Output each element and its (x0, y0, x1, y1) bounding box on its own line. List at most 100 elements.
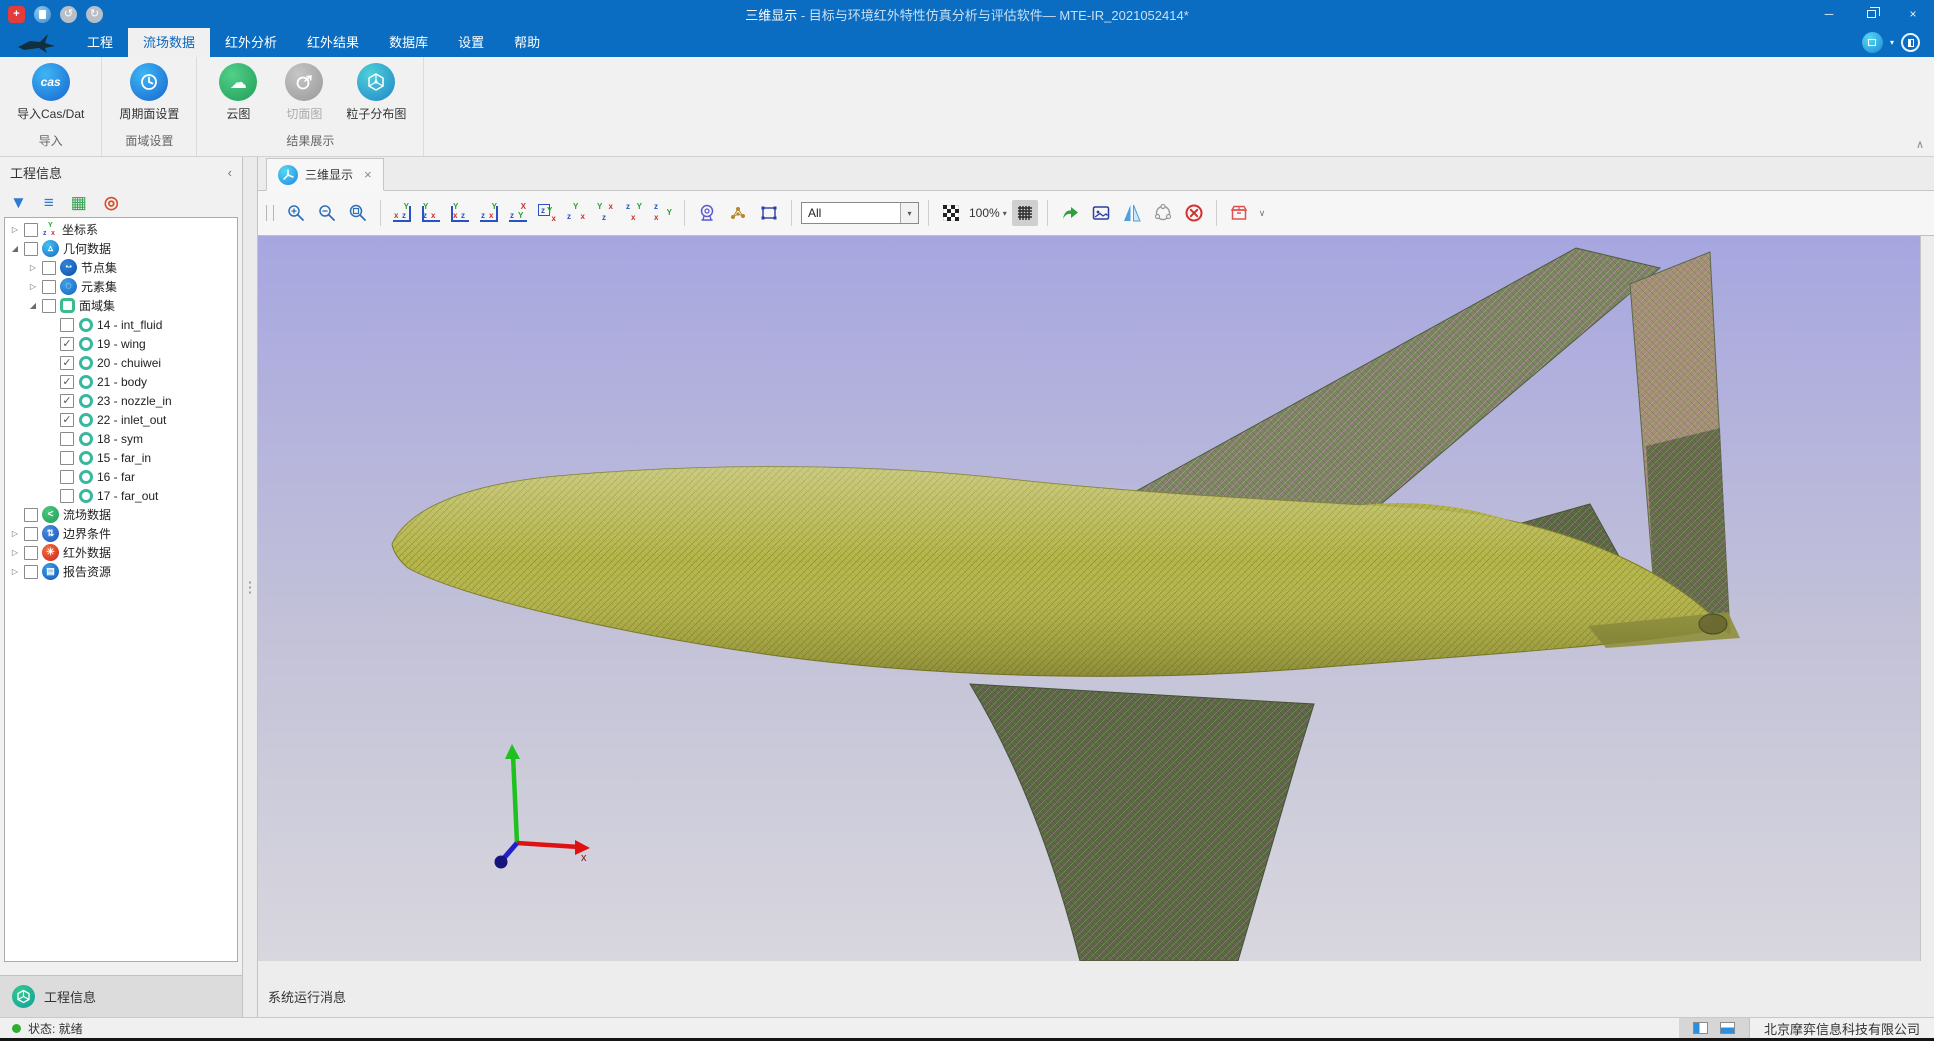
tree-item-boundary-conditions[interactable]: ▷ ⇅ 边界条件 (5, 524, 237, 543)
checkbox[interactable] (24, 223, 38, 237)
close-button[interactable]: × (1892, 0, 1934, 28)
particles-display-button[interactable] (725, 200, 751, 226)
tree-item-face[interactable]: 21 - body (5, 372, 237, 391)
layout-panel-icon[interactable] (1862, 32, 1883, 53)
expand-arrow-icon[interactable]: ◢ (28, 301, 38, 310)
restore-button[interactable] (1850, 0, 1892, 28)
tree-item-element-set[interactable]: ▷ ◌ 元素集 (5, 277, 237, 296)
tree-item-face[interactable]: 22 - inlet_out (5, 410, 237, 429)
checkbox[interactable] (60, 318, 74, 332)
box-select-button[interactable] (756, 200, 782, 226)
slice-plot-button[interactable]: 切面图 (273, 63, 335, 128)
filter-icon[interactable]: ▼ (10, 194, 27, 211)
tree-item-face[interactable]: 14 - int_fluid (5, 315, 237, 334)
particle-distribution-button[interactable]: 粒子分布图 (339, 63, 413, 128)
checkbox[interactable] (60, 375, 74, 389)
checkbox[interactable] (42, 299, 56, 313)
checkbox[interactable] (60, 432, 74, 446)
bottom-panel-toggle-icon[interactable] (1720, 1022, 1735, 1034)
expand-arrow-icon[interactable]: ▷ (10, 529, 20, 538)
manual-icon[interactable] (1901, 33, 1920, 52)
project-info-side-tab[interactable]: 工程信息 (0, 975, 242, 1017)
tree-item-infrared-data[interactable]: ▷ ☀ 红外数据 (5, 543, 237, 562)
locate-target-icon[interactable]: ◎ (104, 194, 119, 211)
tree-item-face[interactable]: 23 - nozzle_in (5, 391, 237, 410)
panel-collapse-icon[interactable]: ‹ (228, 165, 232, 180)
menu-database[interactable]: 数据库 (374, 28, 443, 57)
tree-item-face[interactable]: 15 - far_in (5, 448, 237, 467)
grid-toggle-button[interactable] (1012, 200, 1038, 226)
tree-item-geometry-data[interactable]: ◢ ▵ 几何数据 (5, 239, 237, 258)
tree-item-coordinate-system[interactable]: ▷ Yzx 坐标系 (5, 220, 237, 239)
expand-arrow-icon[interactable]: ▷ (10, 567, 20, 576)
tree-item-face[interactable]: 19 - wing (5, 334, 237, 353)
undo-button[interactable]: ↺ (60, 6, 77, 23)
expand-arrow-icon[interactable]: ▷ (10, 225, 20, 234)
outline-list-icon[interactable]: ≡ (44, 194, 54, 211)
new-project-button[interactable]: + (8, 6, 25, 23)
menu-infrared-results[interactable]: 红外结果 (292, 28, 374, 57)
tree-item-flowfield-data[interactable]: < 流场数据 (5, 505, 237, 524)
chevron-down-icon[interactable]: ∨ (1259, 208, 1266, 219)
grid-view-icon[interactable]: ▦ (71, 194, 87, 211)
checkbox[interactable] (60, 337, 74, 351)
zoom-in-button[interactable] (283, 200, 309, 226)
zoom-out-button[interactable] (314, 200, 340, 226)
left-panel-toggle-icon[interactable] (1693, 1022, 1708, 1034)
camera-view-button[interactable] (694, 200, 720, 226)
expand-arrow-icon[interactable]: ◢ (10, 244, 20, 253)
view-front-button[interactable]: Yxz (390, 201, 414, 225)
tree-item-node-set[interactable]: ▷ •-• 节点集 (5, 258, 237, 277)
menu-infrared-analysis[interactable]: 红外分析 (210, 28, 292, 57)
tab-close-icon[interactable]: × (364, 167, 372, 182)
checkbox[interactable] (24, 242, 38, 256)
background-checker-button[interactable] (938, 200, 964, 226)
tab-3d-display[interactable]: 三维显示 × (266, 158, 384, 191)
mirror-button[interactable] (1119, 200, 1145, 226)
view-iso-3-button[interactable]: zYx (622, 201, 646, 225)
display-filter-select[interactable]: All ▾ (801, 202, 919, 224)
view-right-button[interactable]: Yzx (477, 201, 501, 225)
checkbox[interactable] (60, 489, 74, 503)
redo-button[interactable]: ↻ (86, 6, 103, 23)
new-file-button[interactable] (34, 6, 51, 23)
checkbox[interactable] (60, 413, 74, 427)
cancel-button[interactable] (1181, 200, 1207, 226)
chevron-down-icon[interactable]: ▾ (1890, 38, 1894, 47)
snapshot-button[interactable] (1088, 200, 1114, 226)
checkbox[interactable] (60, 394, 74, 408)
tree-item-face[interactable]: 16 - far (5, 467, 237, 486)
view-iso-4-button[interactable]: zxY (651, 201, 675, 225)
ring-nodes-button[interactable] (1150, 200, 1176, 226)
view-iso-2-button[interactable]: Yxz (593, 201, 617, 225)
checkbox[interactable] (60, 470, 74, 484)
chevron-down-icon[interactable]: ▾ (900, 203, 918, 223)
toolbar-drag-handle[interactable] (266, 205, 274, 221)
checkbox[interactable] (24, 565, 38, 579)
project-tree[interactable]: ▷ Yzx 坐标系 ◢ ▵ 几何数据 ▷ •-• 节点集 (4, 217, 238, 962)
checkbox[interactable] (24, 508, 38, 522)
checkbox[interactable] (42, 261, 56, 275)
view-top-button[interactable]: XzY (506, 201, 530, 225)
checkbox[interactable] (60, 356, 74, 370)
panel-splitter[interactable]: ⋮ (242, 157, 258, 1017)
view-bottom-button[interactable]: zYx (535, 201, 559, 225)
menu-flowfield-data[interactable]: 流场数据 (128, 28, 210, 57)
minimize-button[interactable]: ─ (1808, 0, 1850, 28)
package-export-button[interactable] (1226, 200, 1252, 226)
expand-arrow-icon[interactable]: ▷ (28, 282, 38, 291)
tree-item-face[interactable]: 17 - far_out (5, 486, 237, 505)
menu-engineering[interactable]: 工程 (72, 28, 128, 57)
zoom-level-dropdown[interactable]: 100% ▾ (969, 206, 1007, 220)
checkbox[interactable] (24, 527, 38, 541)
expand-arrow-icon[interactable]: ▷ (10, 548, 20, 557)
expand-arrow-icon[interactable]: ▷ (28, 263, 38, 272)
checkbox[interactable] (24, 546, 38, 560)
view-left-button[interactable]: Yxz (448, 201, 472, 225)
periodic-face-settings-button[interactable]: 周期面设置 (112, 63, 186, 128)
export-view-button[interactable] (1057, 200, 1083, 226)
3d-viewport[interactable]: x (258, 236, 1920, 961)
import-cas-dat-button[interactable]: cas 导入Cas/Dat (10, 63, 91, 128)
ribbon-collapse-chevron-icon[interactable]: ∧ (1916, 138, 1924, 151)
tree-item-report-resources[interactable]: ▷ ▤ 报告资源 (5, 562, 237, 581)
